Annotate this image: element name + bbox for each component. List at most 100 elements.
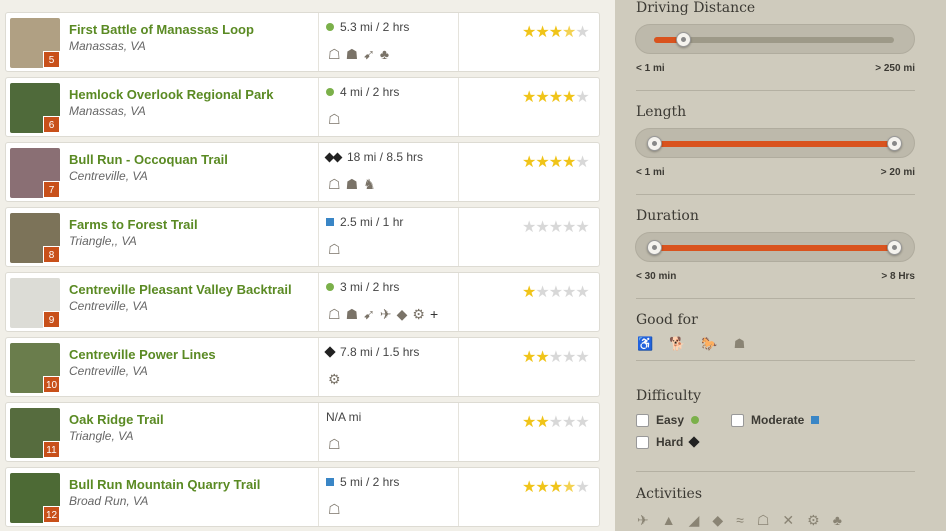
star-icon: ★ — [562, 89, 576, 106]
canoeing-icon[interactable]: ◢ — [689, 512, 700, 529]
star-icon: ★ — [522, 414, 536, 431]
trail-name-link[interactable]: Oak Ridge Trail — [69, 412, 164, 427]
star-icon: ★ — [548, 284, 563, 301]
dog-icon[interactable]: 🐕 — [669, 336, 685, 352]
slider-handle[interactable] — [675, 32, 691, 47]
hard-checkbox[interactable]: Hard — [636, 435, 701, 449]
fishing-icon[interactable]: ◆ — [712, 512, 723, 529]
difficulty-title: Difficulty — [636, 388, 701, 404]
star-rating: ★★★★★ — [522, 282, 590, 302]
skiing-icon[interactable]: ✕ — [782, 512, 794, 529]
moderate-checkbox[interactable]: Moderate — [731, 413, 820, 427]
horse-icon[interactable]: 🐎 — [701, 336, 717, 352]
trail-row[interactable]: 9 Centreville Pleasant Valley Backtrail Ce… — [5, 272, 600, 332]
star-icon: ★ — [535, 479, 549, 496]
star-rating: ★★★★★ — [522, 22, 590, 42]
duration-min-label: < 30 min — [636, 271, 677, 282]
hiking-icon: ☖ — [328, 176, 341, 192]
star-icon: ★ — [562, 219, 576, 236]
trail-name-link[interactable]: Farms to Forest Trail — [69, 217, 198, 232]
trail-name-link[interactable]: Centreville Pleasant Valley Backtrail — [69, 282, 292, 297]
wheelchair-icon[interactable]: ♿ — [637, 336, 653, 352]
trail-row[interactable]: 8 Farms to Forest Trail Triangle,, VA 2.5 m… — [5, 207, 600, 267]
trail-distance: 2.5 mi / 1 hr — [340, 215, 404, 229]
trail-row[interactable]: 12 Bull Run Mountain Quarry Trail Broad Ru… — [5, 467, 600, 527]
fishing-icon: ◆ — [396, 306, 408, 322]
hiking-icon: ☖ — [328, 111, 341, 127]
trail-name-link[interactable]: Bull Run - Occoquan Trail — [69, 152, 228, 167]
trail-row[interactable]: 10 Centreville Power Lines Centreville, VA… — [5, 337, 600, 397]
trail-distance: 3 mi / 2 hrs — [340, 280, 400, 294]
star-icon: ★ — [522, 89, 536, 106]
star-icon: ★ — [548, 479, 563, 496]
trail-number-badge: 9 — [43, 311, 60, 328]
trail-name-link[interactable]: Hemlock Overlook Regional Park — [69, 87, 273, 102]
mountain-biking-icon[interactable]: ⚙ — [807, 512, 820, 529]
hiking-icon: ☖ — [328, 241, 341, 257]
trail-location: Manassas, VA — [69, 39, 146, 53]
very-hard-diamonds-icon — [324, 152, 343, 162]
length-slider[interactable] — [635, 128, 915, 158]
star-icon: ★ — [575, 349, 589, 366]
easy-circle-icon — [326, 283, 334, 291]
trail-list: 5 First Battle of Manassas Loop Manassas, … — [0, 0, 615, 531]
star-rating: ★★★★★ — [522, 87, 590, 107]
nature-trips-icon[interactable]: ♣ — [833, 512, 842, 529]
moderate-square-icon — [326, 478, 334, 486]
star-icon: ★ — [562, 284, 576, 301]
trail-row[interactable]: 11 Oak Ridge Trail Triangle, VA N/A mi ☖ ★★★★… — [5, 402, 600, 462]
star-icon: ★ — [535, 284, 549, 301]
trail-row[interactable]: 6 Hemlock Overlook Regional Park Manassas,… — [5, 77, 600, 137]
hard-diamond-icon — [324, 346, 336, 358]
more-activities-indicator[interactable]: + — [430, 306, 438, 323]
slider-min-handle[interactable] — [647, 136, 662, 151]
trail-row[interactable]: 7 Bull Run - Occoquan Trail Centreville, V… — [5, 142, 600, 202]
trail-row[interactable]: 5 First Battle of Manassas Loop Manassas, … — [5, 12, 600, 72]
trail-location: Centreville, VA — [69, 169, 148, 183]
trail-distance: 5 mi / 2 hrs — [340, 475, 400, 489]
trail-number-badge: 11 — [43, 441, 60, 458]
star-icon: ★ — [575, 219, 589, 236]
length-max-label: > 20 mi — [880, 167, 915, 178]
trail-location: Triangle,, VA — [69, 234, 137, 248]
trail-location: Broad Run, VA — [69, 494, 149, 508]
mountain-biking-icon: ⚙ — [412, 306, 425, 322]
trail-number-badge: 6 — [43, 116, 60, 133]
star-icon: ★ — [562, 24, 576, 41]
star-icon: ★ — [562, 349, 576, 366]
driving-min-label: < 1 mi — [636, 63, 665, 74]
slider-max-handle[interactable] — [887, 240, 902, 255]
swimming-icon[interactable]: ≈ — [736, 512, 744, 529]
activities-icons: ✈ ▲ ◢ ◆ ≈ ☖ ✕ ⚙ ♣ — [637, 512, 842, 529]
trail-number-badge: 8 — [43, 246, 60, 263]
trail-name-link[interactable]: Bull Run Mountain Quarry Trail — [69, 477, 260, 492]
moderate-label: Moderate — [751, 413, 805, 427]
trail-name-link[interactable]: First Battle of Manassas Loop — [69, 22, 254, 37]
driving-distance-slider[interactable] — [635, 24, 915, 54]
easy-circle-icon — [691, 416, 700, 424]
horseback-icon: ♞ — [363, 176, 376, 192]
star-icon: ★ — [548, 349, 563, 366]
trail-name-link[interactable]: Centreville Power Lines — [69, 347, 216, 362]
moderate-square-icon — [326, 218, 334, 226]
slider-max-handle[interactable] — [887, 136, 902, 151]
star-icon: ★ — [522, 479, 536, 496]
duration-max-label: > 8 Hrs — [881, 271, 915, 282]
trail-distance: 7.8 mi / 1.5 hrs — [340, 345, 420, 359]
birding-icon[interactable]: ✈ — [637, 512, 649, 529]
easy-checkbox[interactable]: Easy — [636, 413, 700, 427]
hard-label: Hard — [656, 435, 684, 449]
camping-icon[interactable]: ▲ — [662, 512, 676, 529]
hiking-icon: ☖ — [328, 306, 341, 322]
star-rating: ★★★★★ — [522, 152, 590, 172]
hiking-icon[interactable]: ☖ — [757, 512, 770, 529]
slider-min-handle[interactable] — [647, 240, 662, 255]
duration-slider[interactable] — [635, 232, 915, 262]
star-icon: ★ — [522, 24, 536, 41]
trail-location: Centreville, VA — [69, 299, 148, 313]
star-icon: ★ — [535, 414, 549, 431]
activities-title: Activities — [636, 486, 703, 502]
star-icon: ★ — [575, 284, 589, 301]
hiking-icon: ☖ — [328, 46, 341, 62]
kids-icon[interactable]: ☗ — [734, 336, 746, 352]
